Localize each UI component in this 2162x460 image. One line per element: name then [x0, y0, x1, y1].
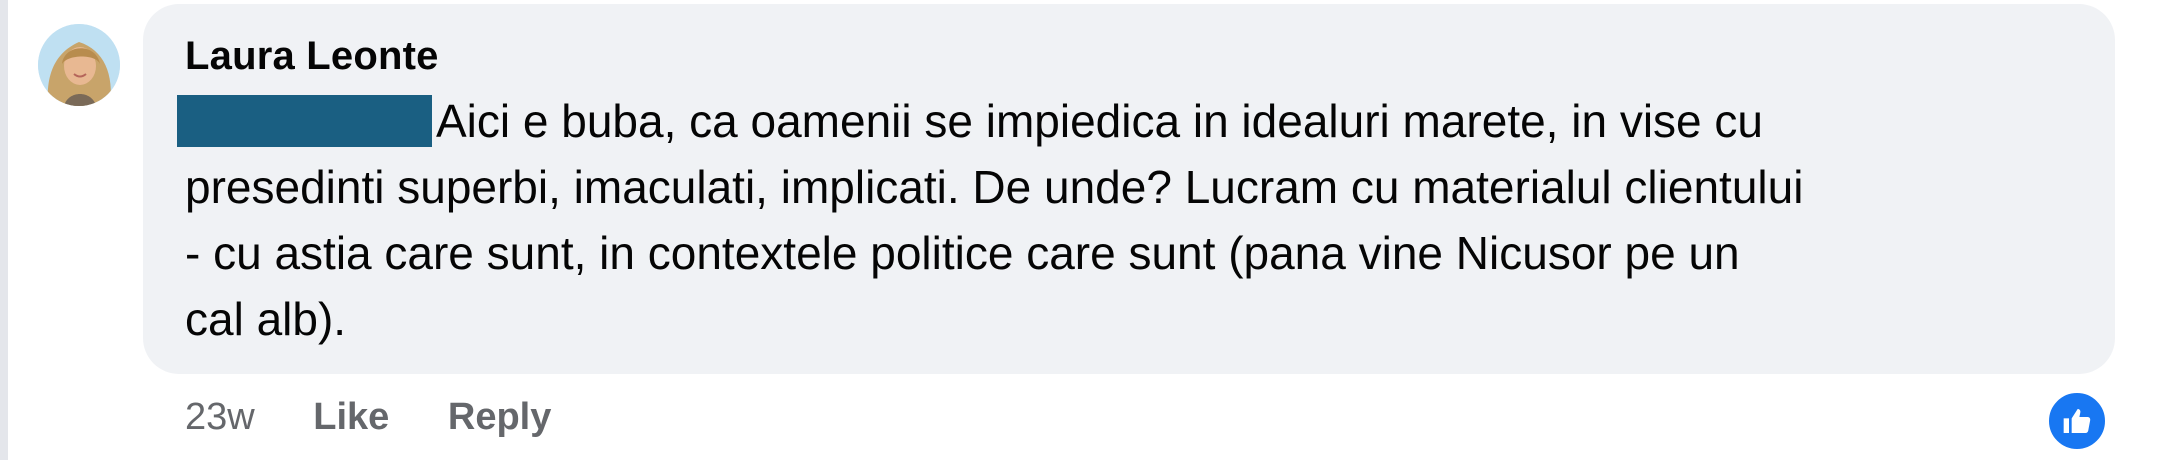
- comment-actions: 23w Like Reply: [185, 396, 551, 439]
- comment-line: Aici e buba, ca oamenii se impiedica in …: [177, 88, 2085, 154]
- reaction-like-badge[interactable]: [2046, 390, 2108, 452]
- comment-line: presedinti superbi, imaculati, implicati…: [185, 161, 1804, 213]
- like-button[interactable]: Like: [313, 396, 389, 438]
- thumbs-up-icon: [2063, 409, 2091, 433]
- profile-photo-icon: [38, 24, 120, 106]
- avatar[interactable]: [38, 24, 120, 106]
- reply-button[interactable]: Reply: [448, 396, 551, 438]
- comment-author-name[interactable]: Laura Leonte: [185, 34, 439, 79]
- comment-line: - cu astia care sunt, in contextele poli…: [185, 227, 1740, 279]
- comment-text: Aici e buba, ca oamenii se impiedica in …: [177, 88, 2085, 352]
- redacted-mention: [177, 95, 432, 147]
- comment-timestamp[interactable]: 23w: [185, 396, 255, 438]
- comment-line: cal alb).: [185, 293, 347, 345]
- thread-line: [0, 0, 8, 460]
- comment-screenshot: Laura Leonte Aici e buba, ca oamenii se …: [0, 0, 2162, 460]
